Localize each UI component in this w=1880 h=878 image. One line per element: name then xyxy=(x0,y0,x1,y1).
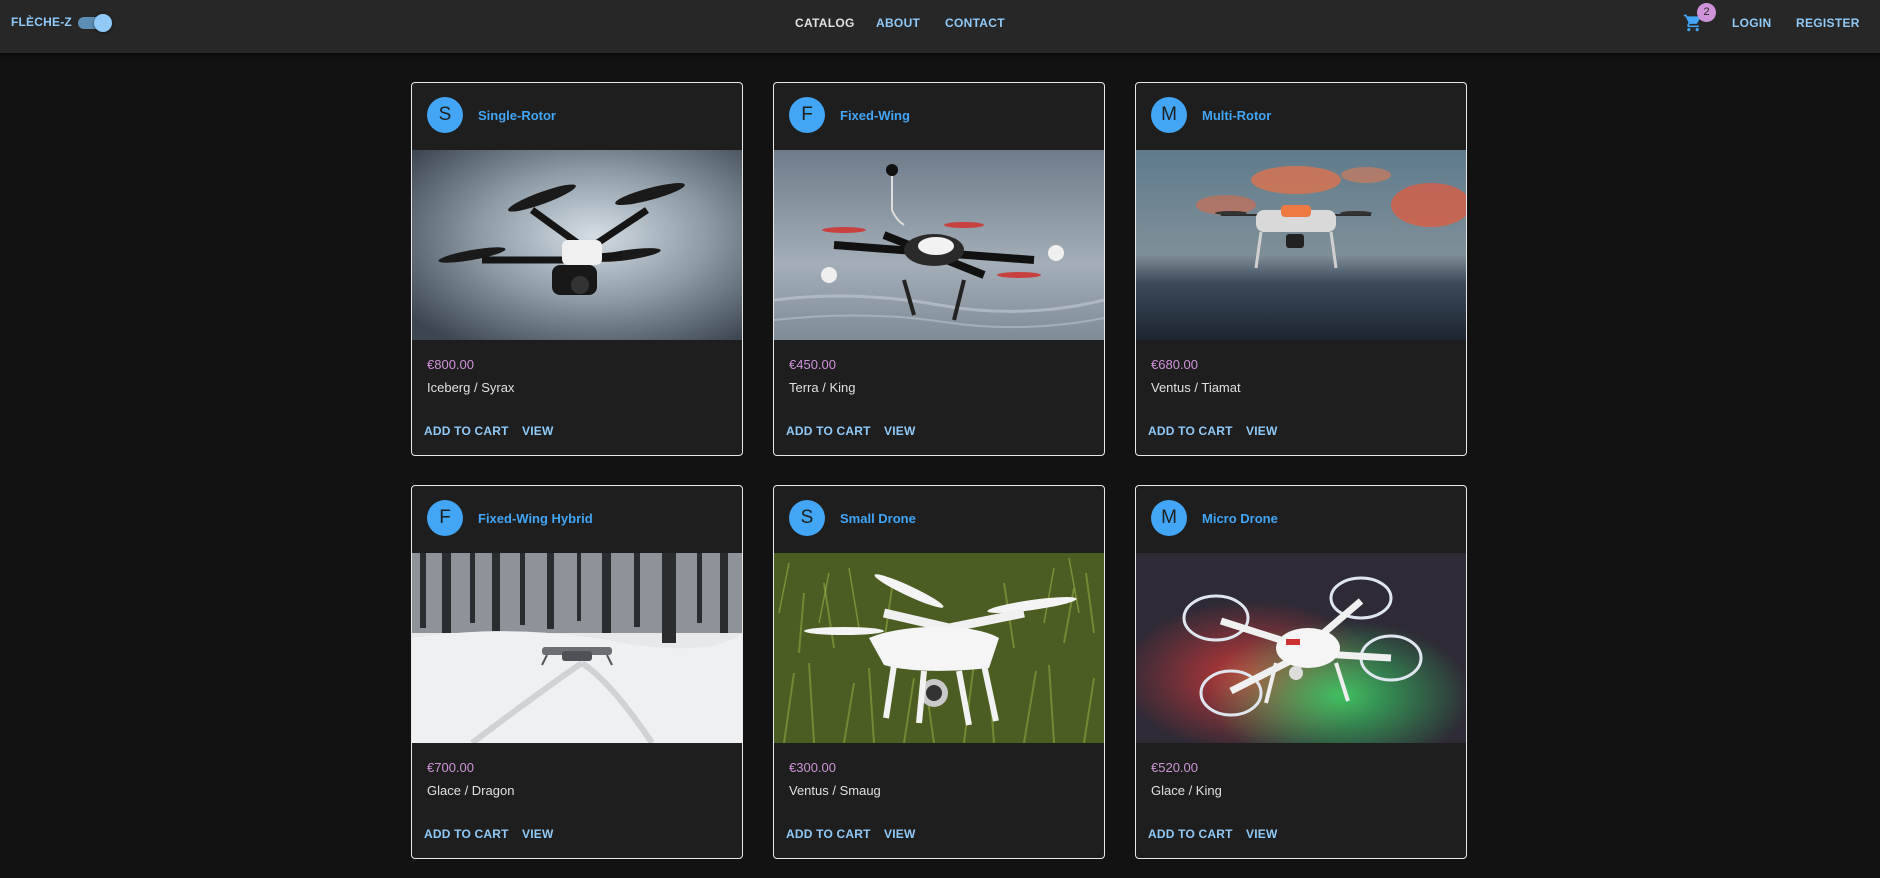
product-image[interactable] xyxy=(412,150,742,340)
product-price: €800.00 xyxy=(427,357,474,372)
product-card: M Micro Drone €520.00 Glace / King ADD T… xyxy=(1135,485,1467,859)
product-image[interactable] xyxy=(1136,150,1466,340)
avatar: S xyxy=(427,97,463,133)
brand-title[interactable]: FLÈCHE-Z xyxy=(11,15,72,29)
product-image[interactable] xyxy=(774,553,1104,743)
view-button[interactable]: VIEW xyxy=(884,827,915,841)
product-image[interactable] xyxy=(412,553,742,743)
avatar: M xyxy=(1151,500,1187,536)
avatar: S xyxy=(789,500,825,536)
product-card: S Single-Rotor €800.00 Iceberg / Syrax A… xyxy=(411,82,743,456)
card-title[interactable]: Fixed-Wing xyxy=(840,108,910,123)
card-header: S Small Drone xyxy=(774,486,1104,553)
product-card: M Multi-Rotor €680.00 Ventus / Tiamat AD… xyxy=(1135,82,1467,456)
add-to-cart-button[interactable]: ADD TO CART xyxy=(786,424,871,438)
nav-about[interactable]: ABOUT xyxy=(876,16,920,30)
view-button[interactable]: VIEW xyxy=(884,424,915,438)
product-card: S Small Drone €300.00 Ventus / Smaug ADD… xyxy=(773,485,1105,859)
product-price: €700.00 xyxy=(427,760,474,775)
product-image[interactable] xyxy=(1136,553,1466,743)
toggle-thumb xyxy=(94,14,112,32)
product-price: €520.00 xyxy=(1151,760,1198,775)
product-vendor: Ventus / Smaug xyxy=(789,783,881,798)
product-vendor: Glace / King xyxy=(1151,783,1222,798)
card-title[interactable]: Multi-Rotor xyxy=(1202,108,1271,123)
view-button[interactable]: VIEW xyxy=(1246,424,1277,438)
card-header: F Fixed-Wing xyxy=(774,83,1104,150)
view-button[interactable]: VIEW xyxy=(522,424,553,438)
view-button[interactable]: VIEW xyxy=(1246,827,1277,841)
add-to-cart-button[interactable]: ADD TO CART xyxy=(786,827,871,841)
card-header: M Micro Drone xyxy=(1136,486,1466,553)
app-bar: FLÈCHE-Z CATALOG ABOUT CONTACT 2 LOGIN R… xyxy=(0,0,1880,53)
cart-count-badge: 2 xyxy=(1697,3,1716,22)
product-price: €300.00 xyxy=(789,760,836,775)
card-header: F Fixed-Wing Hybrid xyxy=(412,486,742,553)
product-image[interactable] xyxy=(774,150,1104,340)
add-to-cart-button[interactable]: ADD TO CART xyxy=(424,827,509,841)
product-card: F Fixed-Wing Hybrid €700.00 Glace / Drag… xyxy=(411,485,743,859)
nav-catalog[interactable]: CATALOG xyxy=(795,16,855,30)
nav-contact[interactable]: CONTACT xyxy=(945,16,1005,30)
add-to-cart-button[interactable]: ADD TO CART xyxy=(1148,827,1233,841)
view-button[interactable]: VIEW xyxy=(522,827,553,841)
product-vendor: Terra / King xyxy=(789,380,856,395)
add-to-cart-button[interactable]: ADD TO CART xyxy=(1148,424,1233,438)
login-button[interactable]: LOGIN xyxy=(1732,16,1772,30)
card-header: S Single-Rotor xyxy=(412,83,742,150)
product-card: F Fixed-Wing €450.00 Terra / King ADD TO… xyxy=(773,82,1105,456)
card-title[interactable]: Small Drone xyxy=(840,511,916,526)
register-button[interactable]: REGISTER xyxy=(1796,16,1860,30)
card-title[interactable]: Micro Drone xyxy=(1202,511,1278,526)
card-header: M Multi-Rotor xyxy=(1136,83,1466,150)
card-title[interactable]: Fixed-Wing Hybrid xyxy=(478,511,593,526)
add-to-cart-button[interactable]: ADD TO CART xyxy=(424,424,509,438)
avatar: F xyxy=(789,97,825,133)
product-vendor: Ventus / Tiamat xyxy=(1151,380,1241,395)
avatar: M xyxy=(1151,97,1187,133)
product-vendor: Glace / Dragon xyxy=(427,783,515,798)
product-vendor: Iceberg / Syrax xyxy=(427,380,515,395)
theme-toggle[interactable] xyxy=(78,14,112,32)
card-title[interactable]: Single-Rotor xyxy=(478,108,556,123)
avatar: F xyxy=(427,500,463,536)
product-price: €680.00 xyxy=(1151,357,1198,372)
product-price: €450.00 xyxy=(789,357,836,372)
